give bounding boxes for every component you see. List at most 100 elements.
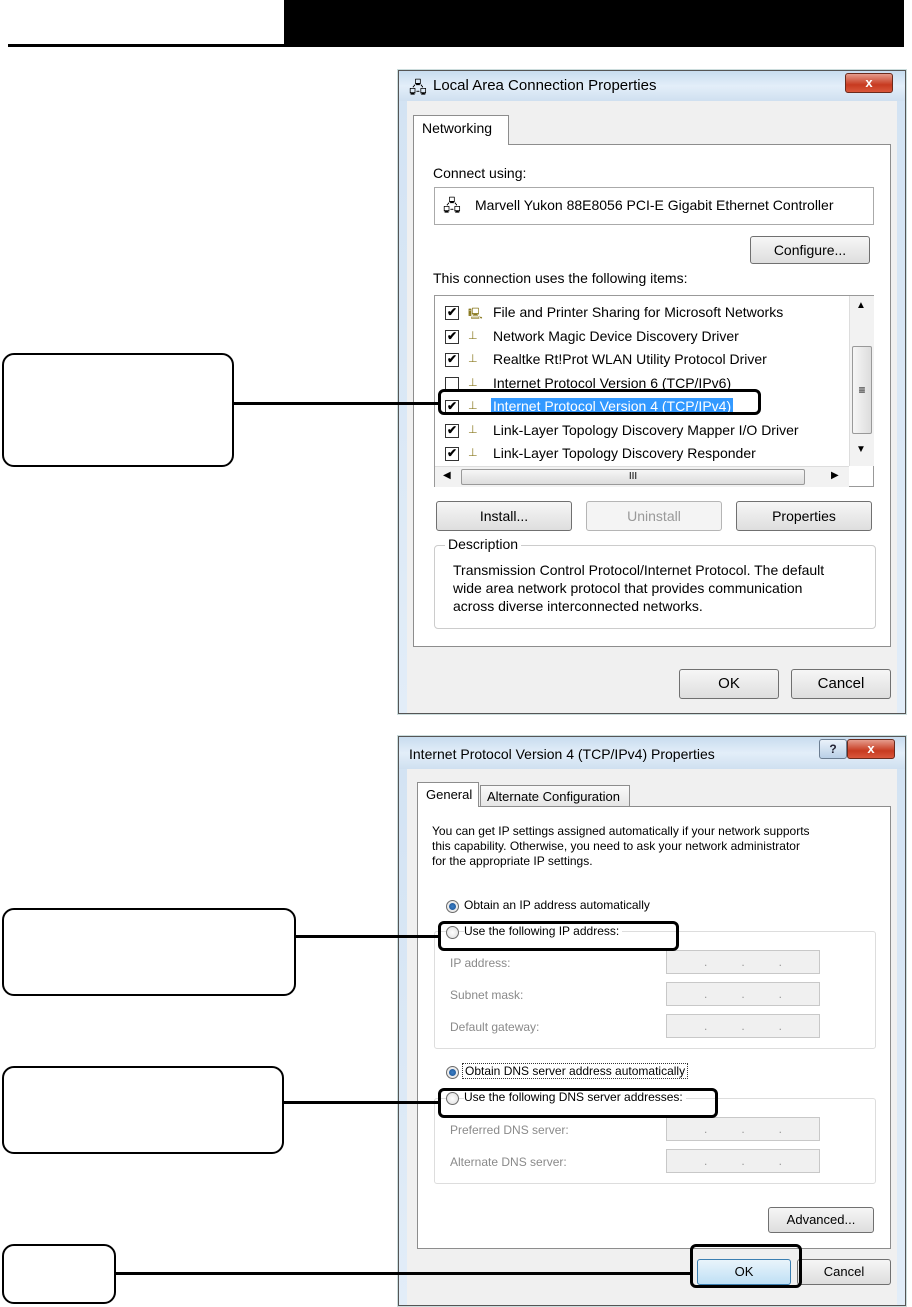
item-label: Realtke Rt!Prot WLAN Utility Protocol Dr… [493, 351, 767, 367]
adapter-box: 🖧 Marvell Yukon 88E8056 PCI-E Gigabit Et… [434, 187, 874, 225]
ip-dot: . [778, 955, 782, 969]
default-gateway-label: Default gateway: [450, 1020, 540, 1034]
intro-line-2: this capability. Otherwise, you need to … [432, 839, 800, 853]
description-line-1: Transmission Control Protocol/Internet P… [453, 562, 825, 578]
item-checkbox[interactable]: ✔ [445, 329, 459, 344]
preferred-dns-input[interactable]: ... [666, 1117, 820, 1141]
ip-dot: . [778, 1154, 782, 1168]
item-checkbox[interactable]: ✔ [445, 306, 459, 320]
items-label: This connection uses the following items… [433, 270, 688, 286]
file-sharing-icon: 🖳 [468, 308, 483, 320]
ip-dot: . [703, 987, 708, 1001]
description-line-2: wide area network protocol that provides… [453, 580, 803, 596]
general-panel: You can get IP settings assigned automat… [417, 806, 891, 1249]
ip-dot: . [703, 1019, 708, 1033]
alternate-dns-label: Alternate DNS server: [450, 1155, 567, 1169]
network-icon: 🖧 [409, 80, 427, 97]
item-label: Network Magic Device Discovery Driver [493, 327, 739, 344]
horizontal-scrollbar[interactable]: ◀ III ▶ [435, 466, 849, 487]
item-label: File and Printer Sharing for Microsoft N… [493, 304, 784, 320]
install-button[interactable]: Install... [436, 501, 572, 531]
vertical-scrollbar[interactable]: ▲ ≡ ▼ [849, 296, 874, 466]
callout-box-1 [2, 353, 234, 467]
ip-dot: . [741, 1019, 745, 1033]
item-checkbox[interactable]: ✔ [445, 423, 459, 438]
item-label: Link-Layer Topology Discovery Mapper I/O… [493, 421, 799, 438]
tab-general[interactable]: General [417, 782, 479, 807]
preferred-dns-label: Preferred DNS server: [450, 1123, 569, 1137]
ip-dot: . [703, 1154, 708, 1168]
ip-dot: . [778, 1019, 782, 1033]
subnet-mask-label: Subnet mask: [450, 988, 524, 1002]
description-group: Description Transmission Control Protoco… [434, 536, 876, 629]
vertical-scroll-thumb[interactable]: ≡ [852, 346, 872, 434]
list-item[interactable]: ✔ ⊥ Link-Layer Topology Discovery Mapper I… [435, 420, 849, 442]
highlight-ok-button [690, 1244, 802, 1288]
intro-line-1: You can get IP settings assigned automat… [432, 824, 810, 838]
ok-button[interactable]: OK [679, 669, 779, 699]
description-line-3: across diverse interconnected networks. [453, 598, 703, 614]
callout-line-4 [116, 1272, 690, 1275]
ip-address-label: IP address: [450, 956, 511, 970]
ip-dot: . [741, 987, 745, 1001]
tcpipv4-properties-window: Internet Protocol Version 4 (TCP/IPv4) P… [398, 736, 906, 1306]
properties-button[interactable]: Properties [736, 501, 872, 531]
header-bar [284, 0, 904, 47]
tab-alternate-configuration[interactable]: Alternate Configuration [480, 785, 630, 807]
window-frame-left-2 [399, 769, 407, 1305]
callout-box-3 [2, 1066, 284, 1154]
network-protocol-icon: ⊥ [468, 376, 478, 389]
cancel-button-2[interactable]: Cancel [797, 1259, 891, 1285]
ip-dot: . [778, 1122, 782, 1136]
scroll-left-icon[interactable]: ◀ [443, 470, 451, 481]
list-item[interactable]: ✔ 🖳 File and Printer Sharing for Microsoft… [435, 302, 849, 324]
window-frame-left [399, 101, 407, 713]
highlight-use-following-dns [438, 1088, 718, 1118]
highlight-ipv4-item [438, 389, 761, 415]
highlight-use-following-ip [438, 921, 679, 951]
alternate-dns-input[interactable]: ... [666, 1149, 820, 1173]
close-button-2[interactable]: x [847, 739, 895, 759]
scroll-right-icon[interactable]: ▶ [831, 470, 839, 481]
intro-line-3: for the appropriate IP settings. [432, 854, 593, 868]
help-button[interactable]: ? [819, 739, 847, 759]
ip-dot: . [703, 955, 708, 969]
close-button[interactable]: x [845, 73, 893, 93]
obtain-ip-auto-radio[interactable] [446, 900, 459, 913]
title-bar-2[interactable]: Internet Protocol Version 4 (TCP/IPv4) P… [399, 737, 905, 769]
window-frame-right [897, 101, 905, 713]
ip-dot: . [741, 1122, 745, 1136]
title-bar[interactable]: 🖧 Local Area Connection Properties x [399, 71, 905, 101]
obtain-ip-auto-label: Obtain an IP address automatically [464, 898, 650, 912]
list-item[interactable]: ✔ ⊥ Link-Layer Topology Discovery Responde… [435, 443, 849, 465]
obtain-dns-auto-radio[interactable] [446, 1066, 459, 1079]
callout-line-3 [284, 1101, 438, 1104]
list-item[interactable]: ✔ ⊥ Network Magic Device Discovery Driver [435, 326, 849, 348]
horizontal-scroll-thumb[interactable]: III [461, 469, 805, 485]
adapter-icon: 🖧 [443, 198, 461, 215]
default-gateway-input[interactable]: ... [666, 1014, 820, 1038]
connect-using-label: Connect using: [433, 165, 527, 181]
adapter-name: Marvell Yukon 88E8056 PCI-E Gigabit Ethe… [475, 197, 834, 213]
list-item[interactable]: ✔ ⊥ Realtke Rt!Prot WLAN Utility Protocol … [435, 349, 849, 371]
header-rule [8, 44, 284, 47]
uninstall-button[interactable]: Uninstall [586, 501, 722, 531]
window-frame-right-2 [897, 769, 905, 1305]
window-title-2: Internet Protocol Version 4 (TCP/IPv4) P… [409, 746, 715, 762]
ip-dot: . [778, 987, 782, 1001]
ip-address-input[interactable]: ... [666, 950, 820, 974]
subnet-mask-input[interactable]: ... [666, 982, 820, 1006]
scroll-up-icon[interactable]: ▲ [856, 300, 866, 311]
obtain-dns-auto-label: Obtain DNS server address automatically [462, 1063, 689, 1079]
scroll-down-icon[interactable]: ▼ [856, 444, 866, 455]
window-title: Local Area Connection Properties [433, 77, 657, 94]
item-checkbox[interactable]: ✔ [445, 353, 459, 367]
item-checkbox[interactable]: ✔ [445, 447, 459, 461]
cancel-button[interactable]: Cancel [791, 669, 891, 699]
callout-line-1 [234, 402, 438, 405]
ip-dot: . [741, 955, 745, 969]
network-protocol-icon: ⊥ [468, 447, 478, 459]
advanced-button[interactable]: Advanced... [768, 1207, 874, 1233]
tab-networking[interactable]: Networking [413, 115, 509, 145]
configure-button[interactable]: Configure... [750, 236, 870, 264]
